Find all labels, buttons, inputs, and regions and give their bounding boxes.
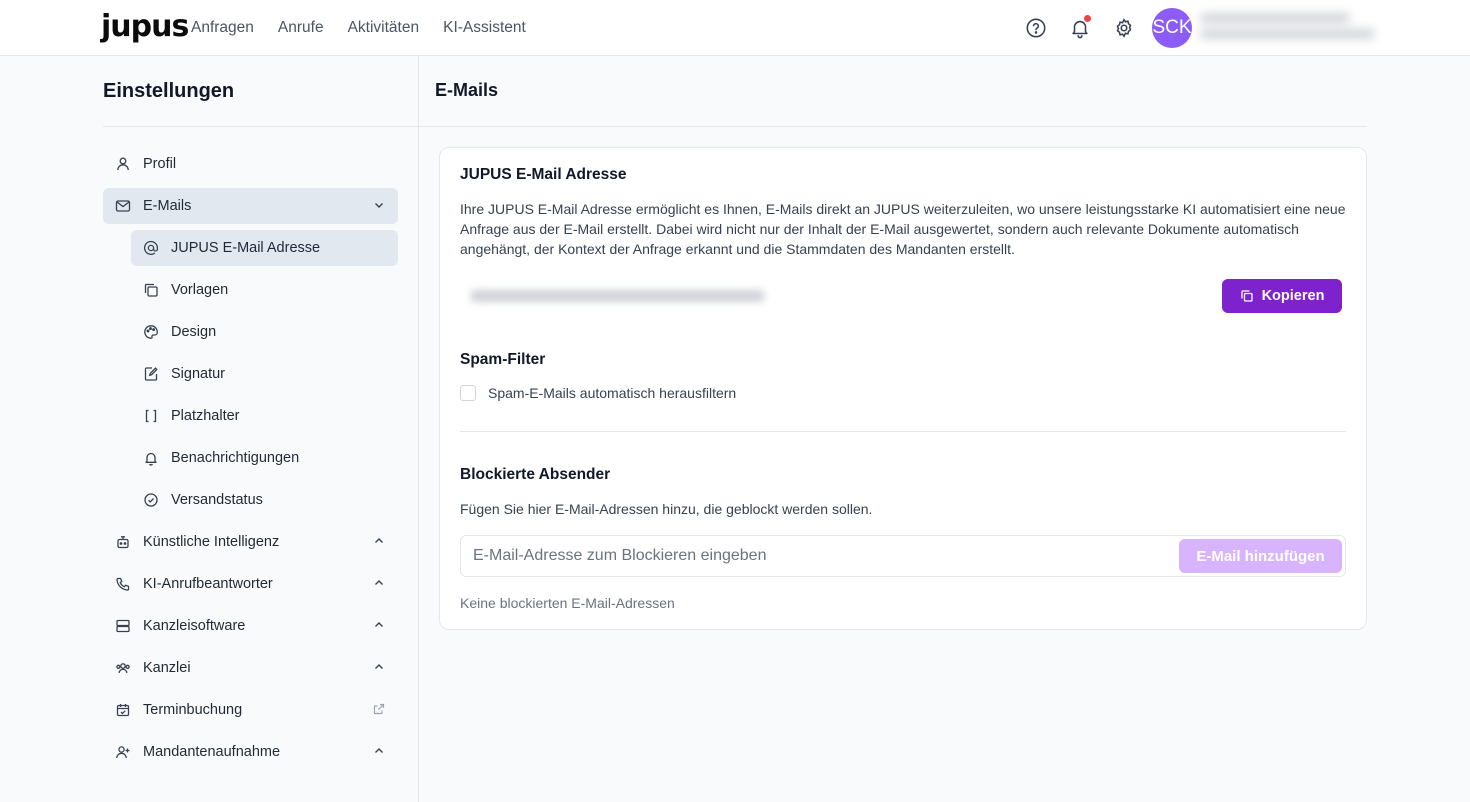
users-icon [115, 660, 131, 676]
copy-icon [1240, 290, 1253, 302]
sidebar-item-mandantenaufnahme[interactable]: Mandantenaufnahme [103, 734, 398, 770]
settings-icon[interactable] [1112, 16, 1136, 40]
settings-sidebar: Einstellungen Profil E-Mails JUPUS E-Mai… [0, 56, 419, 802]
notification-dot [1084, 15, 1091, 22]
blocked-senders-description: Fügen Sie hier E-Mail-Adressen hinzu, di… [460, 501, 873, 517]
sidebar-item-platzhalter[interactable]: Platzhalter [131, 398, 398, 434]
chevron-up-icon [375, 622, 383, 627]
sidebar-item-ki-anrufbeantworter[interactable]: KI-Anrufbeantworter [103, 566, 398, 602]
nav-ki-assistent[interactable]: KI-Assistent [443, 19, 526, 37]
calendar-check-icon [115, 702, 131, 718]
top-navigation-bar: jupus Anfragen Anrufe Aktivitäten KI-Ass… [0, 0, 1470, 56]
spam-filter-checkbox[interactable] [460, 385, 476, 401]
palette-icon [143, 324, 159, 340]
sidebar-item-label: Künstliche Intelligenz [143, 534, 280, 550]
user-plus-icon [115, 744, 131, 760]
blocked-senders-empty-text: Keine blockierten E-Mail-Adressen [460, 595, 675, 611]
sidebar-item-label: Profil [143, 156, 177, 172]
sidebar-item-signatur[interactable]: Signatur [131, 356, 398, 392]
sidebar-item-label: Kanzleisoftware [143, 618, 246, 634]
sidebar-item-terminbuchung[interactable]: Terminbuchung [103, 692, 398, 728]
blocked-email-input[interactable] [461, 536, 1176, 576]
spam-filter-heading: Spam-Filter [460, 351, 546, 368]
sidebar-divider [103, 126, 418, 127]
nav-aktivitaeten[interactable]: Aktivitäten [348, 19, 420, 37]
copy-icon [143, 282, 159, 298]
sidebar-item-kanzleisoftware[interactable]: Kanzleisoftware [103, 608, 398, 644]
sidebar-item-label: Design [171, 324, 217, 340]
sidebar-item-label: Platzhalter [171, 408, 240, 424]
sidebar-item-jupus-email[interactable]: JUPUS E-Mail Adresse [131, 230, 398, 266]
bell-icon[interactable] [1068, 15, 1092, 40]
jupus-email-heading: JUPUS E-Mail Adresse [460, 166, 627, 183]
sidebar-item-vorlagen[interactable]: Vorlagen [131, 272, 398, 308]
spam-filter-option: Spam-E-Mails automatisch herausfiltern [460, 385, 736, 401]
sidebar-title: Einstellungen [103, 80, 235, 102]
jupus-email-description: Ihre JUPUS E-Mail Adresse ermöglicht es … [460, 201, 1346, 257]
section-divider [460, 431, 1346, 432]
bot-icon [115, 534, 131, 550]
bell-icon [143, 450, 159, 466]
sidebar-item-label: Versandstatus [171, 492, 263, 508]
settings-menu: Profil E-Mails JUPUS E-Mail Adresse Vorl… [103, 146, 398, 776]
blocked-senders-heading: Blockierte Absender [460, 466, 611, 483]
copy-button[interactable]: Kopieren [1222, 279, 1342, 313]
sidebar-item-versandstatus[interactable]: Versandstatus [131, 482, 398, 518]
sidebar-item-label: JUPUS E-Mail Adresse [171, 240, 321, 256]
page-title-divider [419, 126, 1367, 127]
nav-anfragen[interactable]: Anfragen [191, 19, 254, 37]
chevron-up-icon [375, 538, 383, 543]
sidebar-item-profil[interactable]: Profil [103, 146, 398, 182]
main-nav: Anfragen Anrufe Aktivitäten KI-Assistent [191, 0, 526, 56]
sidebar-item-label: Vorlagen [171, 282, 229, 298]
sidebar-item-label: Benachrichtigungen [171, 450, 300, 466]
user-icon [115, 156, 131, 172]
jupus-email-address-blurred [470, 290, 765, 302]
nav-anrufe[interactable]: Anrufe [278, 19, 324, 37]
chevron-up-icon [375, 748, 383, 753]
brackets-icon [143, 408, 159, 424]
spam-filter-checkbox-label[interactable]: Spam-E-Mails automatisch herausfiltern [488, 385, 736, 401]
sidebar-item-ki[interactable]: Künstliche Intelligenz [103, 524, 398, 560]
sidebar-item-label: E-Mails [143, 198, 192, 214]
sidebar-item-kanzlei[interactable]: Kanzlei [103, 650, 398, 686]
chevron-up-icon [375, 664, 383, 669]
phone-icon [115, 576, 131, 592]
user-info-blurred[interactable] [1200, 14, 1375, 44]
top-icon-group [1024, 14, 1136, 42]
sidebar-item-benachrichtigungen[interactable]: Benachrichtigungen [131, 440, 398, 476]
copy-button-label: Kopieren [1261, 288, 1325, 304]
blocked-email-input-group: E-Mail hinzufügen [460, 535, 1346, 577]
add-email-button[interactable]: E-Mail hinzufügen [1179, 539, 1342, 573]
sidebar-item-label: Kanzlei [143, 660, 191, 676]
page-title: E-Mails [435, 80, 499, 100]
chevron-down-icon [375, 203, 383, 208]
at-icon [143, 240, 159, 256]
help-icon[interactable] [1024, 16, 1048, 40]
avatar[interactable]: SCK [1152, 8, 1192, 48]
chevron-up-icon [375, 580, 383, 585]
sidebar-item-label: Mandantenaufnahme [143, 744, 281, 760]
sidebar-item-label: Terminbuchung [143, 702, 243, 718]
email-settings-card: JUPUS E-Mail Adresse Ihre JUPUS E-Mail A… [439, 147, 1367, 630]
sidebar-item-label: Signatur [171, 366, 226, 382]
server-icon [115, 618, 131, 634]
mail-icon [115, 198, 131, 214]
sidebar-item-emails[interactable]: E-Mails [103, 188, 398, 224]
check-circle-icon [143, 492, 159, 508]
external-link-icon [373, 703, 385, 715]
sidebar-item-design[interactable]: Design [131, 314, 398, 350]
jupus-logo[interactable]: jupus [101, 9, 189, 44]
edit-document-icon [143, 366, 159, 382]
sidebar-item-label: KI-Anrufbeantworter [143, 576, 273, 592]
